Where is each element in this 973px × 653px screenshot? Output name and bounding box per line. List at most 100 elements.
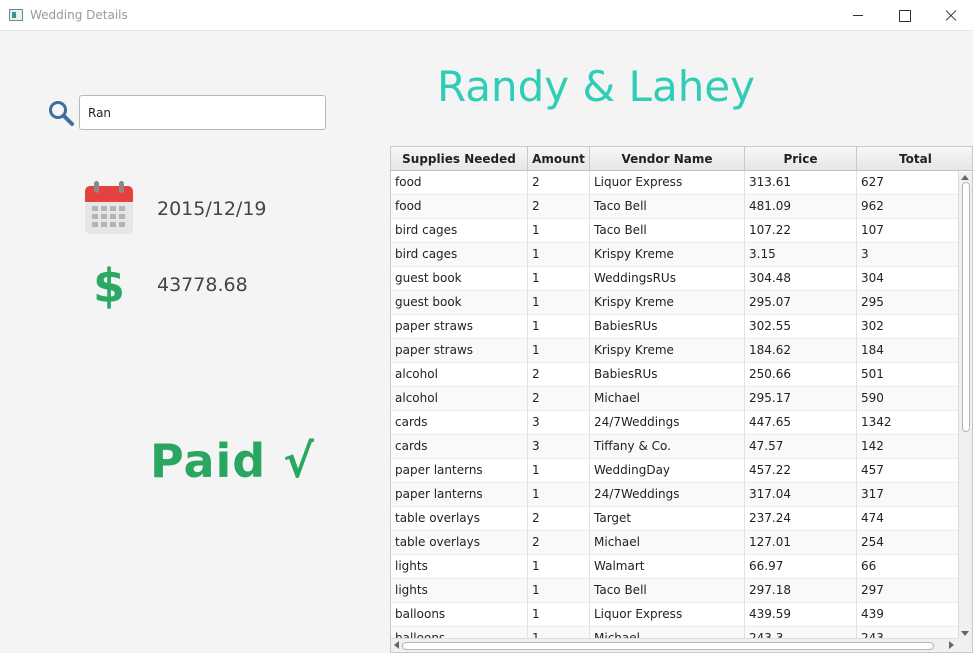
cell-vendor: Michael bbox=[590, 387, 745, 411]
table-row[interactable]: paper lanterns 1 24/7Weddings 317.04 317 bbox=[391, 483, 959, 507]
cell-amount: 3 bbox=[528, 411, 590, 435]
column-header-vendor[interactable]: Vendor Name bbox=[590, 147, 745, 171]
cell-price: 481.09 bbox=[745, 195, 857, 219]
cell-total: 439 bbox=[857, 603, 959, 627]
cell-amount: 1 bbox=[528, 459, 590, 483]
table-row[interactable]: guest book 1 Krispy Kreme 295.07 295 bbox=[391, 291, 959, 315]
cell-vendor: Krispy Kreme bbox=[590, 339, 745, 363]
cell-price: 127.01 bbox=[745, 531, 857, 555]
cell-supply: alcohol bbox=[391, 363, 528, 387]
cell-total: 304 bbox=[857, 267, 959, 291]
total-amount: 43778.68 bbox=[157, 274, 248, 296]
cell-vendor: Liquor Express bbox=[590, 171, 745, 195]
cell-total: 107 bbox=[857, 219, 959, 243]
cell-amount: 2 bbox=[528, 195, 590, 219]
supplies-table: Supplies Needed Amount Vendor Name Price… bbox=[390, 146, 973, 653]
cell-amount: 1 bbox=[528, 483, 590, 507]
cell-supply: table overlays bbox=[391, 531, 528, 555]
table-row[interactable]: table overlays 2 Michael 127.01 254 bbox=[391, 531, 959, 555]
cell-total: 962 bbox=[857, 195, 959, 219]
maximize-button[interactable] bbox=[881, 0, 927, 31]
cell-price: 237.24 bbox=[745, 507, 857, 531]
column-header-total[interactable]: Total bbox=[857, 147, 972, 171]
cell-total: 66 bbox=[857, 555, 959, 579]
table-row[interactable]: alcohol 2 Michael 295.17 590 bbox=[391, 387, 959, 411]
cell-amount: 3 bbox=[528, 435, 590, 459]
cell-price: 47.57 bbox=[745, 435, 857, 459]
search-input[interactable] bbox=[79, 95, 326, 130]
cell-vendor: Krispy Kreme bbox=[590, 291, 745, 315]
table-body: food 2 Liquor Express 313.61 627 food 2 Taco Be… bbox=[391, 171, 959, 651]
cell-amount: 2 bbox=[528, 171, 590, 195]
table-row[interactable]: cards 3 Tiffany & Co. 47.57 142 bbox=[391, 435, 959, 459]
cell-vendor: Taco Bell bbox=[590, 195, 745, 219]
cell-amount: 1 bbox=[528, 291, 590, 315]
column-header-supplies[interactable]: Supplies Needed bbox=[391, 147, 528, 171]
cell-supply: cards bbox=[391, 411, 528, 435]
scroll-right-arrow-icon[interactable] bbox=[949, 641, 954, 649]
cell-vendor: WeddingsRUs bbox=[590, 267, 745, 291]
cell-amount: 2 bbox=[528, 387, 590, 411]
cell-price: 3.15 bbox=[745, 243, 857, 267]
minimize-button[interactable] bbox=[835, 0, 881, 31]
cell-supply: alcohol bbox=[391, 387, 528, 411]
cell-price: 439.59 bbox=[745, 603, 857, 627]
column-header-amount[interactable]: Amount bbox=[528, 147, 590, 171]
paid-status: Paid √ bbox=[150, 434, 315, 488]
cell-vendor: BabiesRUs bbox=[590, 363, 745, 387]
table-row[interactable]: guest book 1 WeddingsRUs 304.48 304 bbox=[391, 267, 959, 291]
cell-vendor: Michael bbox=[590, 531, 745, 555]
cell-total: 295 bbox=[857, 291, 959, 315]
table-row[interactable]: paper straws 1 Krispy Kreme 184.62 184 bbox=[391, 339, 959, 363]
cell-vendor: Taco Bell bbox=[590, 219, 745, 243]
table-row[interactable]: lights 1 Taco Bell 297.18 297 bbox=[391, 579, 959, 603]
close-button[interactable] bbox=[927, 0, 973, 31]
title-bar: Wedding Details bbox=[0, 0, 973, 31]
vertical-scroll-thumb[interactable] bbox=[962, 182, 970, 432]
column-header-price[interactable]: Price bbox=[745, 147, 857, 171]
scroll-corner bbox=[958, 638, 972, 652]
scroll-left-arrow-icon[interactable] bbox=[394, 641, 399, 649]
cell-total: 3 bbox=[857, 243, 959, 267]
cell-price: 302.55 bbox=[745, 315, 857, 339]
cell-price: 66.97 bbox=[745, 555, 857, 579]
cell-vendor: WeddingDay bbox=[590, 459, 745, 483]
cell-price: 297.18 bbox=[745, 579, 857, 603]
table-row[interactable]: lights 1 Walmart 66.97 66 bbox=[391, 555, 959, 579]
cell-amount: 1 bbox=[528, 315, 590, 339]
cell-supply: bird cages bbox=[391, 243, 528, 267]
cell-price: 447.65 bbox=[745, 411, 857, 435]
vertical-scrollbar[interactable] bbox=[958, 172, 972, 643]
scroll-up-arrow-icon[interactable] bbox=[961, 175, 969, 180]
cell-total: 302 bbox=[857, 315, 959, 339]
cell-total: 297 bbox=[857, 579, 959, 603]
cell-price: 250.66 bbox=[745, 363, 857, 387]
cell-price: 184.62 bbox=[745, 339, 857, 363]
cell-total: 1342 bbox=[857, 411, 959, 435]
cell-price: 295.17 bbox=[745, 387, 857, 411]
cell-vendor: Taco Bell bbox=[590, 579, 745, 603]
table-row[interactable]: bird cages 1 Taco Bell 107.22 107 bbox=[391, 219, 959, 243]
table-row[interactable]: food 2 Taco Bell 481.09 962 bbox=[391, 195, 959, 219]
cell-total: 184 bbox=[857, 339, 959, 363]
table-row[interactable]: paper lanterns 1 WeddingDay 457.22 457 bbox=[391, 459, 959, 483]
table-row[interactable]: food 2 Liquor Express 313.61 627 bbox=[391, 171, 959, 195]
cell-price: 457.22 bbox=[745, 459, 857, 483]
table-row[interactable]: alcohol 2 BabiesRUs 250.66 501 bbox=[391, 363, 959, 387]
horizontal-scroll-thumb[interactable] bbox=[402, 642, 934, 650]
horizontal-scrollbar[interactable] bbox=[391, 638, 959, 652]
cell-price: 313.61 bbox=[745, 171, 857, 195]
cell-vendor: Target bbox=[590, 507, 745, 531]
table-row[interactable]: paper straws 1 BabiesRUs 302.55 302 bbox=[391, 315, 959, 339]
cell-supply: guest book bbox=[391, 267, 528, 291]
table-row[interactable]: bird cages 1 Krispy Kreme 3.15 3 bbox=[391, 243, 959, 267]
cell-supply: paper lanterns bbox=[391, 483, 528, 507]
cell-amount: 2 bbox=[528, 531, 590, 555]
table-row[interactable]: table overlays 2 Target 237.24 474 bbox=[391, 507, 959, 531]
cell-amount: 1 bbox=[528, 339, 590, 363]
table-row[interactable]: cards 3 24/7Weddings 447.65 1342 bbox=[391, 411, 959, 435]
cell-amount: 1 bbox=[528, 579, 590, 603]
scroll-down-arrow-icon[interactable] bbox=[961, 631, 969, 636]
table-row[interactable]: balloons 1 Liquor Express 439.59 439 bbox=[391, 603, 959, 627]
cell-total: 590 bbox=[857, 387, 959, 411]
